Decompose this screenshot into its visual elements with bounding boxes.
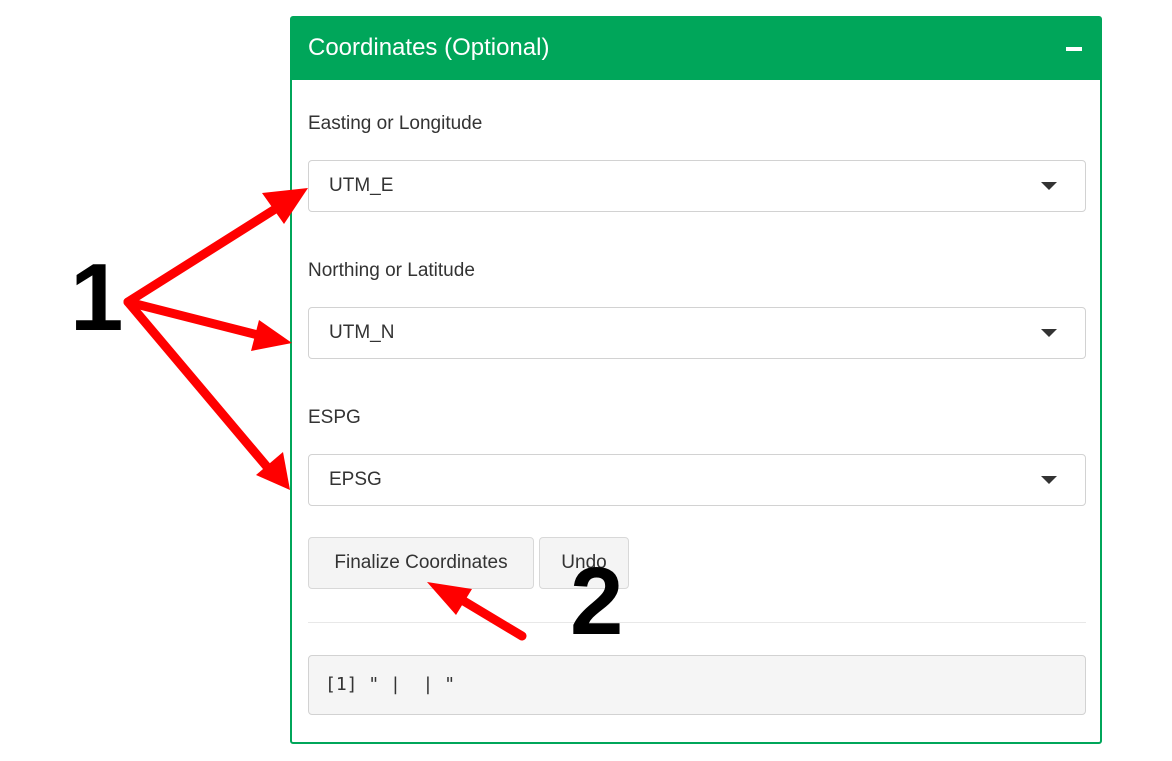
easting-label: Easting or Longitude [308,113,483,134]
annotation-marker-1: 1 [70,244,124,351]
arrow-icon [123,297,273,473]
collapse-button[interactable] [1060,34,1088,62]
finalize-coordinates-button[interactable]: Finalize Coordinates [308,537,534,589]
panel-header: Coordinates (Optional) [292,18,1100,80]
easting-select-value: UTM_E [329,175,394,196]
chevron-down-icon [1041,476,1057,484]
northing-label: Northing or Latitude [308,260,475,281]
divider [308,622,1086,623]
espg-label: ESPG [308,407,361,428]
chevron-down-icon [1041,329,1057,337]
easting-select[interactable]: UTM_E [308,160,1086,212]
arrow-icon [123,201,285,307]
coordinates-panel: Coordinates (Optional) Easting or Longit… [290,16,1102,744]
espg-select[interactable]: EPSG [308,454,1086,506]
output-display: [1] " | | " [308,655,1086,715]
minus-icon [1066,47,1082,51]
annotation-marker-2: 2 [570,548,624,655]
chevron-down-icon [1041,182,1057,190]
northing-select[interactable]: UTM_N [308,307,1086,359]
espg-select-value: EPSG [329,469,382,490]
panel-title: Coordinates (Optional) [308,34,550,61]
northing-select-value: UTM_N [329,322,395,343]
arrow-icon [123,297,267,341]
arrow-icon [256,452,290,490]
arrow-icon [251,320,292,351]
